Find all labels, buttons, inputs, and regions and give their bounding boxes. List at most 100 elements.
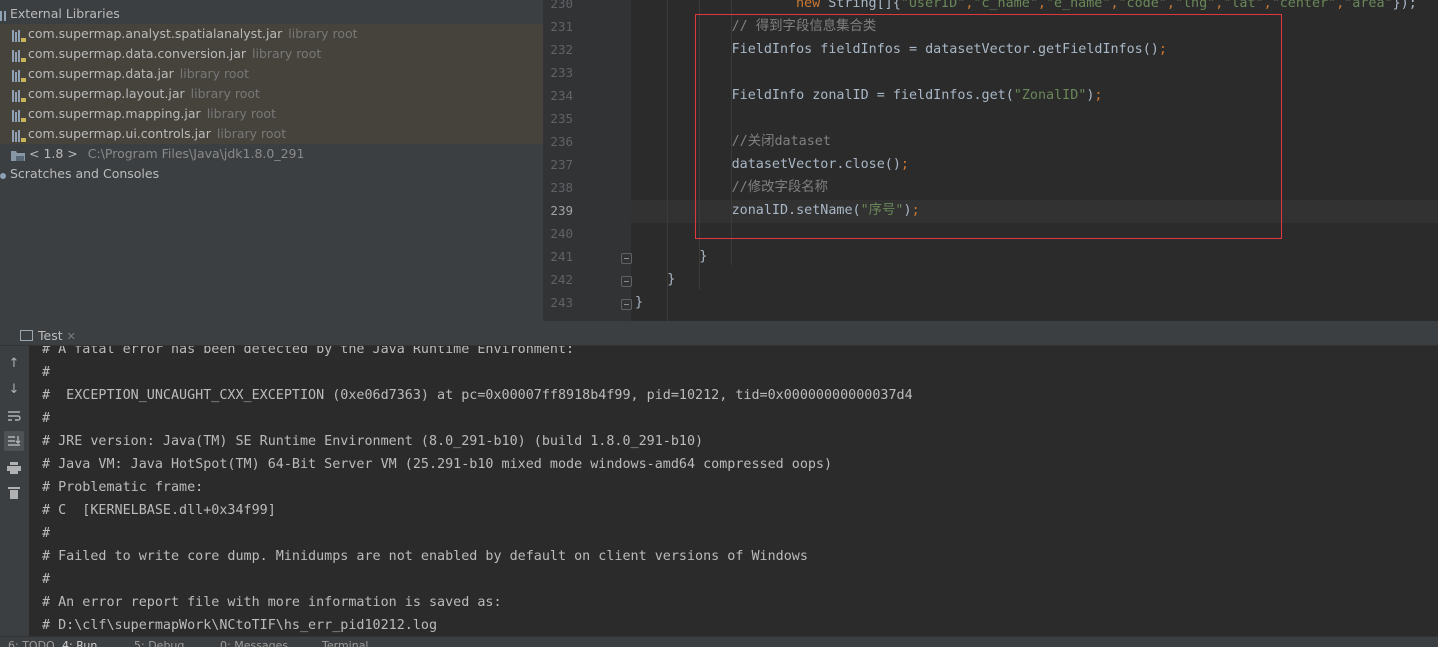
scroll-to-end-icon[interactable] — [4, 431, 24, 451]
library-name: com.supermap.layout.jar — [28, 86, 185, 101]
tree-item-library[interactable]: com.supermap.ui.controls.jar library root — [0, 124, 543, 144]
console-line: # A fatal error has been detected by the… — [42, 346, 575, 357]
code-line[interactable]: //关闭dataset — [732, 132, 831, 152]
code-token: } — [699, 249, 708, 264]
code-token: "code" — [1118, 0, 1167, 11]
code-token: []{ — [876, 0, 901, 11]
code-token: datasetVector.close() — [731, 157, 901, 172]
code-editor[interactable]: 230 231 232 233 234 235 236 237 238 239 240 241 242 2… — [543, 0, 1438, 321]
code-line[interactable]: } — [635, 293, 643, 313]
line-number[interactable]: 240 — [543, 224, 573, 244]
line-number[interactable]: 232 — [543, 40, 573, 60]
console-line: # — [42, 526, 51, 541]
code-line[interactable]: new String[]{"UserID","c_name","e_name",… — [796, 0, 1417, 14]
code-line[interactable]: datasetVector.close(); — [732, 155, 909, 175]
line-number[interactable]: 236 — [543, 132, 573, 152]
code-token: String — [828, 0, 877, 11]
folder-icon — [10, 148, 26, 161]
code-token: //关闭dataset — [731, 134, 831, 149]
code-token: } — [635, 295, 644, 310]
console-line: # JRE version: Java(TM) SE Runtime Envir… — [42, 434, 704, 449]
library-root-hint: library root — [190, 86, 260, 101]
code-line[interactable]: //修改字段名称 — [732, 178, 828, 198]
tab-terminal[interactable]: Terminal — [322, 639, 369, 647]
scratches-label: Scratches and Consoles — [10, 166, 160, 181]
code-token: }); — [1392, 0, 1417, 11]
line-number[interactable]: 241 — [543, 247, 573, 267]
tab-run-test[interactable]: Test ✕ — [20, 326, 76, 346]
editor-gutter: 230 231 232 233 234 235 236 237 238 239 240 241 242 2… — [543, 0, 632, 321]
code-token: "e_name" — [1045, 0, 1111, 11]
console-line: # EXCEPTION_UNCAUGHT_CXX_EXCEPTION (0xe0… — [42, 388, 913, 403]
console-icon — [20, 330, 33, 341]
line-number[interactable]: 230 — [543, 0, 573, 14]
code-token: , — [1110, 0, 1119, 11]
console-line: # — [42, 572, 51, 587]
line-number[interactable]: 237 — [543, 155, 573, 175]
jar-library-icon — [12, 48, 26, 62]
code-token: ) — [903, 203, 912, 218]
print-icon[interactable] — [4, 458, 24, 478]
code-token: , — [1263, 0, 1272, 11]
code-token: new — [796, 0, 829, 11]
close-icon[interactable]: ✕ — [67, 330, 76, 343]
jar-library-icon — [12, 108, 26, 122]
fold-marker-icon[interactable] — [621, 276, 632, 287]
code-line[interactable]: FieldInfos fieldInfos = datasetVector.ge… — [732, 40, 1167, 60]
tree-item-library[interactable]: com.supermap.mapping.jar library root — [0, 104, 543, 124]
console-line: # An error report file with more informa… — [42, 595, 502, 610]
code-token: "center" — [1271, 0, 1337, 11]
code-token: FieldInfo zonalID = fieldInfos.get( — [731, 88, 1014, 103]
line-number[interactable]: 231 — [543, 17, 573, 37]
tree-item-library[interactable]: com.supermap.layout.jar library root — [0, 84, 543, 104]
line-number[interactable]: 233 — [543, 63, 573, 83]
line-number[interactable]: 234 — [543, 86, 573, 106]
code-token: // 得到字段信息集合类 — [731, 19, 877, 34]
tree-item-library[interactable]: com.supermap.analyst.spatialanalyst.jar l… — [0, 24, 543, 44]
tree-item-jdk[interactable]: < 1.8 > C:\Program Files\Java\jdk1.8.0_2… — [0, 144, 543, 164]
code-token: //修改字段名称 — [731, 180, 829, 195]
code-token: ; — [911, 203, 920, 218]
jdk-path: C:\Program Files\Java\jdk1.8.0_291 — [87, 146, 305, 161]
tab-messages[interactable]: 0: Messages — [220, 639, 288, 647]
code-token: ; — [900, 157, 909, 172]
tab-todo[interactable]: 6: TODO — [8, 639, 55, 647]
code-line[interactable]: // 得到字段信息集合类 — [732, 17, 877, 37]
code-line[interactable]: FieldInfo zonalID = fieldInfos.get("Zona… — [732, 86, 1103, 106]
code-line[interactable]: } — [699, 247, 707, 267]
library-root-hint: library root — [252, 46, 322, 61]
project-tree-panel: External Libraries com.supermap.analyst.… — [0, 0, 543, 321]
soft-wrap-icon[interactable] — [4, 406, 24, 426]
code-token: ; — [1158, 42, 1167, 57]
line-number[interactable]: 235 — [543, 109, 573, 129]
jdk-name: < 1.8 > — [29, 146, 78, 161]
fold-marker-icon[interactable] — [621, 253, 632, 264]
console-output[interactable]: # A fatal error has been detected by the… — [29, 346, 1438, 636]
library-root-hint: library root — [179, 66, 250, 81]
tree-item-scratches[interactable]: Scratches and Consoles — [0, 164, 543, 184]
line-number[interactable]: 243 — [543, 293, 573, 313]
tree-item-external-libraries[interactable]: External Libraries — [0, 4, 543, 24]
console-line: # Java VM: Java HotSpot(TM) 64-Bit Serve… — [42, 457, 833, 472]
code-token: "c_name" — [973, 0, 1038, 11]
code-token: ; — [1094, 88, 1103, 103]
tree-item-library[interactable]: com.supermap.data.conversion.jar library … — [0, 44, 543, 64]
console-line: # — [42, 411, 51, 426]
tree-item-library[interactable]: com.supermap.data.jar library root — [0, 64, 543, 84]
line-number[interactable]: 242 — [543, 270, 573, 290]
line-number[interactable]: 239 — [543, 201, 573, 221]
library-name: com.supermap.mapping.jar — [28, 106, 201, 121]
down-arrow-icon[interactable]: ↓ — [4, 380, 24, 400]
tab-run[interactable]: 4: Run — [62, 639, 97, 647]
line-number[interactable]: 238 — [543, 178, 573, 198]
code-line[interactable]: } — [667, 270, 675, 290]
fold-marker-icon[interactable] — [621, 299, 632, 310]
up-arrow-icon[interactable]: ↑ — [4, 354, 24, 374]
code-token: } — [667, 272, 676, 287]
library-name: com.supermap.analyst.spatialanalyst.jar — [28, 26, 283, 41]
trash-icon[interactable] — [4, 483, 24, 503]
tab-debug[interactable]: 5: Debug — [134, 639, 184, 647]
bottom-tool-strip: 6: TODO 4: Run 5: Debug 0: Messages Term… — [0, 636, 1438, 647]
code-token: "序号" — [860, 203, 904, 218]
code-line[interactable]: zonalID.setName("序号"); — [732, 201, 920, 221]
